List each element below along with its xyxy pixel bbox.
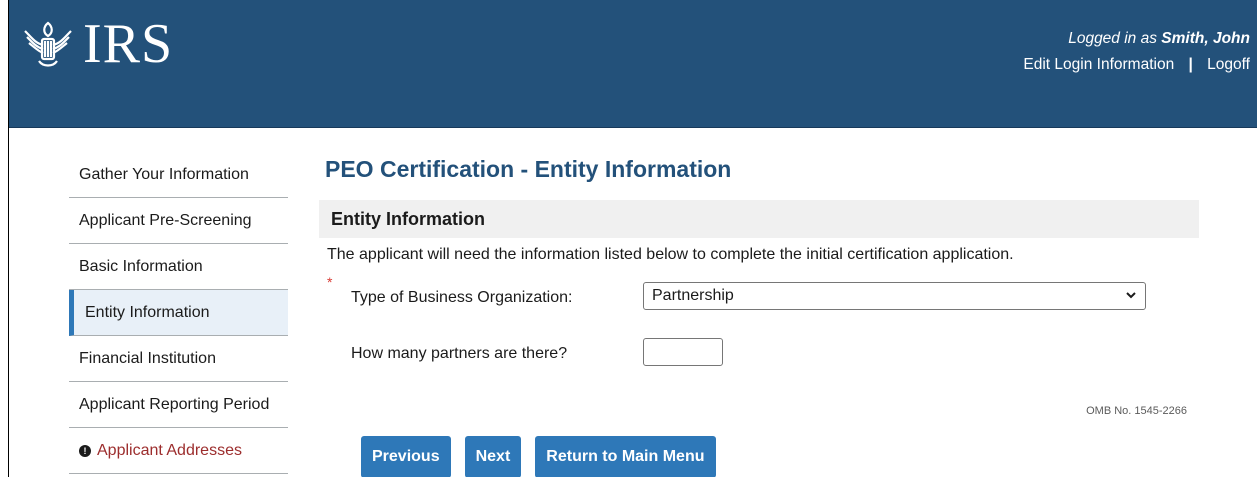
sidebar-item-label: Basic Information <box>79 257 203 275</box>
sidebar-item-label: Applicant Pre-Screening <box>79 211 252 229</box>
action-buttons: Previous Next Return to Main Menu <box>361 436 716 477</box>
next-button[interactable]: Next <box>464 436 522 477</box>
sidebar-item-label: Entity Information <box>85 303 210 321</box>
sidebar-item-label: Gather Your Information <box>79 165 249 183</box>
edit-login-link[interactable]: Edit Login Information <box>1023 56 1174 73</box>
site-header: IRS Logged in as Smith, John Edit Login … <box>9 0 1257 128</box>
sidebar-item-applicant-addresses[interactable]: ! Applicant Addresses <box>69 428 288 474</box>
app-frame: IRS Logged in as Smith, John Edit Login … <box>8 0 1257 477</box>
business-type-label: Type of Business Organization: <box>351 289 573 306</box>
logged-in-line: Logged in as Smith, John <box>1023 30 1250 48</box>
business-type-select[interactable]: Partnership <box>643 282 1146 310</box>
sidebar-item-basic-information[interactable]: Basic Information <box>69 244 288 290</box>
logoff-link[interactable]: Logoff <box>1207 56 1250 73</box>
sidebar-item-label: Financial Institution <box>79 349 216 367</box>
partners-row: How many partners are there? <box>319 336 1199 376</box>
logo-text: IRS <box>83 13 174 75</box>
irs-logo[interactable]: IRS <box>21 16 173 72</box>
business-type-row: * Type of Business Organization: Partner… <box>319 274 1199 320</box>
main-content: PEO Certification - Entity Information E… <box>319 152 1199 477</box>
section-description: The applicant will need the information … <box>327 246 1014 263</box>
partners-count-input[interactable] <box>643 338 723 366</box>
page-title: PEO Certification - Entity Information <box>325 156 732 182</box>
sidebar-item-reporting-period[interactable]: Applicant Reporting Period <box>69 382 288 428</box>
sidebar-item-label: Applicant Reporting Period <box>79 395 270 413</box>
sidebar-item-gather-information[interactable]: Gather Your Information <box>69 152 288 198</box>
previous-button[interactable]: Previous <box>361 436 451 477</box>
eagle-icon <box>24 21 72 67</box>
sidebar-item-label: Applicant Addresses <box>97 441 242 459</box>
return-to-main-menu-button[interactable]: Return to Main Menu <box>535 436 716 477</box>
omb-number: OMB No. 1545-2266 <box>1086 405 1187 417</box>
logged-in-prefix: Logged in as <box>1068 30 1157 47</box>
user-name: Smith, John <box>1161 30 1250 47</box>
required-marker: * <box>327 274 333 290</box>
chevron-down-icon <box>1126 292 1136 299</box>
sidebar-item-pre-screening[interactable]: Applicant Pre-Screening <box>69 198 288 244</box>
user-info: Logged in as Smith, John Edit Login Info… <box>1023 30 1250 74</box>
sidebar-nav: Gather Your Information Applicant Pre-Sc… <box>69 152 288 474</box>
sidebar-item-financial-institution[interactable]: Financial Institution <box>69 336 288 382</box>
user-links: Edit Login Information | Logoff <box>1023 56 1250 74</box>
sidebar-item-entity-information[interactable]: Entity Information <box>69 290 288 336</box>
section-heading: Entity Information <box>319 200 1199 238</box>
alert-icon: ! <box>79 444 91 457</box>
business-type-value: Partnership <box>652 287 734 304</box>
link-separator: | <box>1188 56 1193 73</box>
partners-label: How many partners are there? <box>351 345 568 362</box>
